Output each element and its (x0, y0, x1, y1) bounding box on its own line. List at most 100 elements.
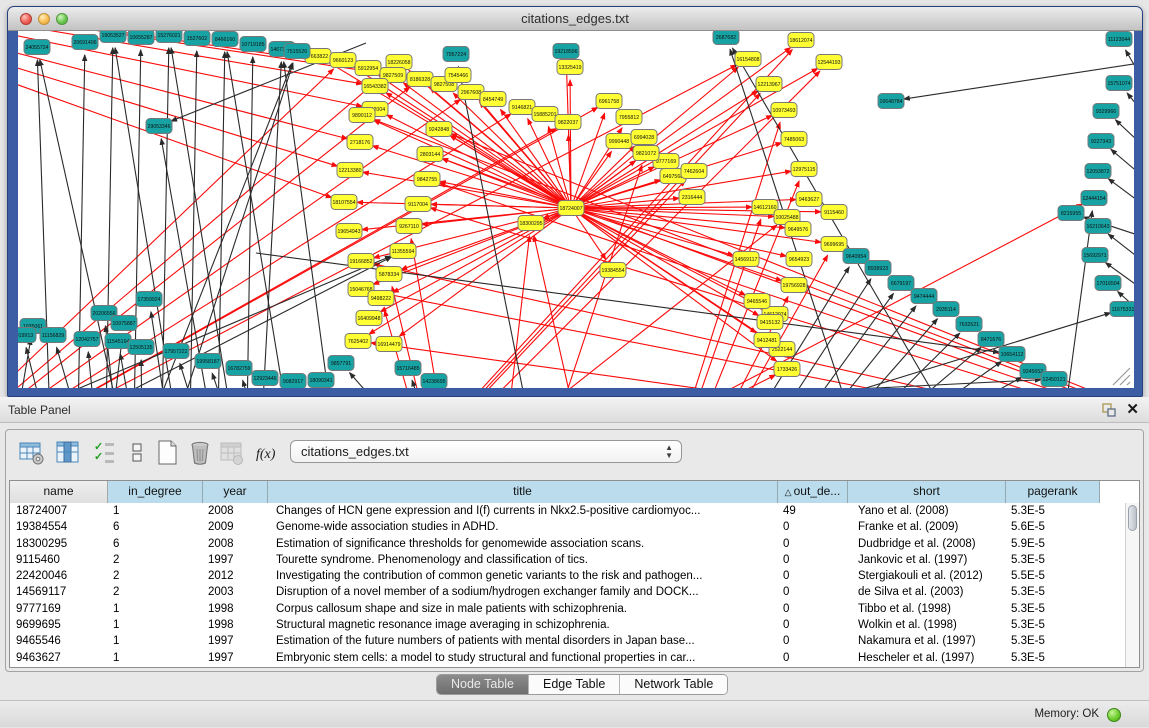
graph-node[interactable]: 7515526 (284, 44, 310, 59)
graph-node[interactable]: 9660123 (330, 53, 356, 68)
graph-node[interactable]: 9821072 (633, 146, 659, 161)
function-builder-icon[interactable]: f(x) (252, 437, 284, 469)
graph-node[interactable]: 11545194 (105, 334, 131, 349)
graph-node[interactable]: 9649576 (785, 222, 811, 237)
graph-node[interactable]: 7955812 (616, 110, 642, 125)
column-header-short[interactable]: short (848, 481, 1006, 503)
graph-edge[interactable] (262, 62, 281, 388)
graph-node[interactable]: 12093872 (1085, 164, 1111, 179)
graph-node[interactable]: 5912954 (355, 61, 381, 76)
graph-edge[interactable] (57, 347, 81, 388)
graph-node[interactable]: 19958187 (195, 354, 221, 369)
graph-node[interactable]: 9117004 (405, 197, 431, 212)
graph-node[interactable]: 6994028 (631, 130, 657, 145)
graph-edge[interactable] (134, 50, 141, 388)
graph-node[interactable]: 8215955 (1058, 206, 1084, 221)
table-row[interactable]: 1872400712008Changes of HCN gene express… (10, 503, 1125, 519)
graph-node[interactable]: 9227343 (1088, 134, 1114, 149)
graph-node[interactable]: 17359924 (136, 292, 162, 307)
graph-node[interactable]: 2935114 (933, 302, 959, 317)
graph-node[interactable]: 2687682 (713, 31, 739, 45)
graph-node[interactable]: 19756928 (781, 278, 807, 293)
graph-edge[interactable] (372, 146, 571, 208)
graph-node[interactable]: 12444154 (1081, 191, 1107, 206)
graph-node[interactable]: 18724007 (558, 201, 584, 216)
graph-node[interactable]: 14569117 (733, 252, 759, 267)
table-row[interactable]: 946554611997Estimation of the future num… (10, 633, 1125, 649)
graph-node[interactable]: 11123044 (1106, 32, 1132, 47)
graph-node[interactable]: 7545466 (445, 68, 471, 83)
graph-node[interactable]: 8938923 (865, 261, 891, 276)
table-settings-icon[interactable] (16, 437, 48, 469)
graph-node[interactable]: 9115460 (821, 205, 847, 220)
graph-node[interactable]: 17016504 (1095, 276, 1121, 291)
graph-node[interactable]: 9465546 (744, 294, 770, 309)
select-columns-icon[interactable] (52, 437, 84, 469)
graph-node[interactable]: 3919913 (18, 328, 36, 343)
graph-node[interactable]: 9415132 (757, 315, 783, 330)
close-panel-icon[interactable]: ✕ (1126, 400, 1139, 418)
graph-node[interactable]: 1733426 (774, 362, 800, 377)
column-header-pagerank[interactable]: pagerank (1006, 481, 1100, 503)
graph-node[interactable]: 1527602 (184, 31, 210, 46)
tab-node-table[interactable]: Node Table (437, 675, 529, 694)
graph-node[interactable]: 15276021 (156, 31, 182, 43)
graph-edge[interactable] (534, 236, 621, 388)
graph-node[interactable]: 12544193 (816, 55, 842, 70)
table-source-dropdown[interactable]: citations_edges.txt ▲▼ (290, 440, 682, 463)
graph-node[interactable]: 29053346 (146, 119, 172, 134)
graph-node[interactable]: 12505135 (128, 340, 154, 355)
graph-edge[interactable] (861, 333, 960, 388)
graph-node[interactable]: 2803144 (417, 147, 443, 162)
graph-edge[interactable] (18, 128, 557, 388)
graph-node[interactable]: 10975887 (111, 316, 137, 331)
graph-node[interactable]: 15716485 (395, 361, 421, 376)
table-scrollbar-thumb[interactable] (1128, 505, 1137, 531)
graph-node[interactable]: 9082917 (280, 374, 306, 389)
graph-node[interactable]: 6679197 (888, 276, 914, 291)
graph-edge[interactable] (284, 62, 332, 388)
graph-node[interactable]: 9329966 (1093, 104, 1119, 119)
float-panel-icon[interactable] (1101, 402, 1117, 418)
canvas-resize-handle[interactable] (1113, 368, 1130, 385)
delete-table-icon[interactable] (184, 437, 216, 469)
graph-node[interactable]: 7957224 (443, 47, 469, 62)
graph-node[interactable]: 18107554 (331, 195, 357, 210)
graph-node[interactable]: 16210643 (1085, 219, 1111, 234)
graph-node[interactable]: 8186328 (407, 72, 433, 87)
graph-node[interactable]: 19384554 (600, 263, 626, 278)
table-row[interactable]: 969969511998Structural magnetic resonanc… (10, 617, 1125, 633)
graph-node[interactable]: 9640954 (843, 249, 869, 264)
graph-node[interactable]: 16914479 (376, 337, 402, 352)
graph-node[interactable]: 9242848 (426, 122, 452, 137)
graph-node[interactable]: 9842755 (414, 172, 440, 187)
graph-edge[interactable] (839, 319, 937, 388)
graph-node[interactable]: 12213967 (756, 77, 782, 92)
graph-node[interactable]: 12923446 (252, 371, 278, 386)
tab-edge-table[interactable]: Edge Table (529, 675, 620, 694)
graph-node[interactable]: 18612074 (788, 33, 814, 48)
graph-node[interactable]: 10973493 (771, 103, 797, 118)
graph-node[interactable]: 7632621 (956, 317, 982, 332)
graph-node[interactable]: 6961758 (596, 94, 622, 109)
graph-node[interactable]: 16543382 (362, 79, 388, 94)
graph-edge[interactable] (481, 236, 529, 388)
graph-node[interactable]: 10655287 (128, 31, 154, 45)
graph-node[interactable]: 12042757 (74, 332, 100, 347)
graph-edge[interactable] (1111, 149, 1134, 185)
graph-node[interactable]: 8454749 (480, 92, 506, 107)
graph-node[interactable]: 14238695 (421, 374, 447, 389)
graph-node[interactable]: 9890112 (349, 108, 375, 123)
graph-node[interactable]: 11355594 (390, 244, 416, 259)
graph-node[interactable]: 2316444 (679, 190, 705, 205)
graph-edge[interactable] (904, 61, 1134, 99)
graph-node[interactable]: 9498222 (368, 291, 394, 306)
graph-node[interactable]: 11675331 (1110, 302, 1134, 317)
graph-node[interactable]: 24055724 (24, 40, 50, 55)
graph-node[interactable]: 19053527 (100, 31, 126, 43)
graph-node[interactable]: 20691406 (72, 35, 98, 50)
graph-node[interactable]: 16409948 (356, 311, 382, 326)
graph-node[interactable]: 18090341 (308, 373, 334, 388)
graph-node[interactable]: 19166852 (348, 254, 374, 269)
graph-node[interactable]: 18300295 (518, 216, 544, 231)
